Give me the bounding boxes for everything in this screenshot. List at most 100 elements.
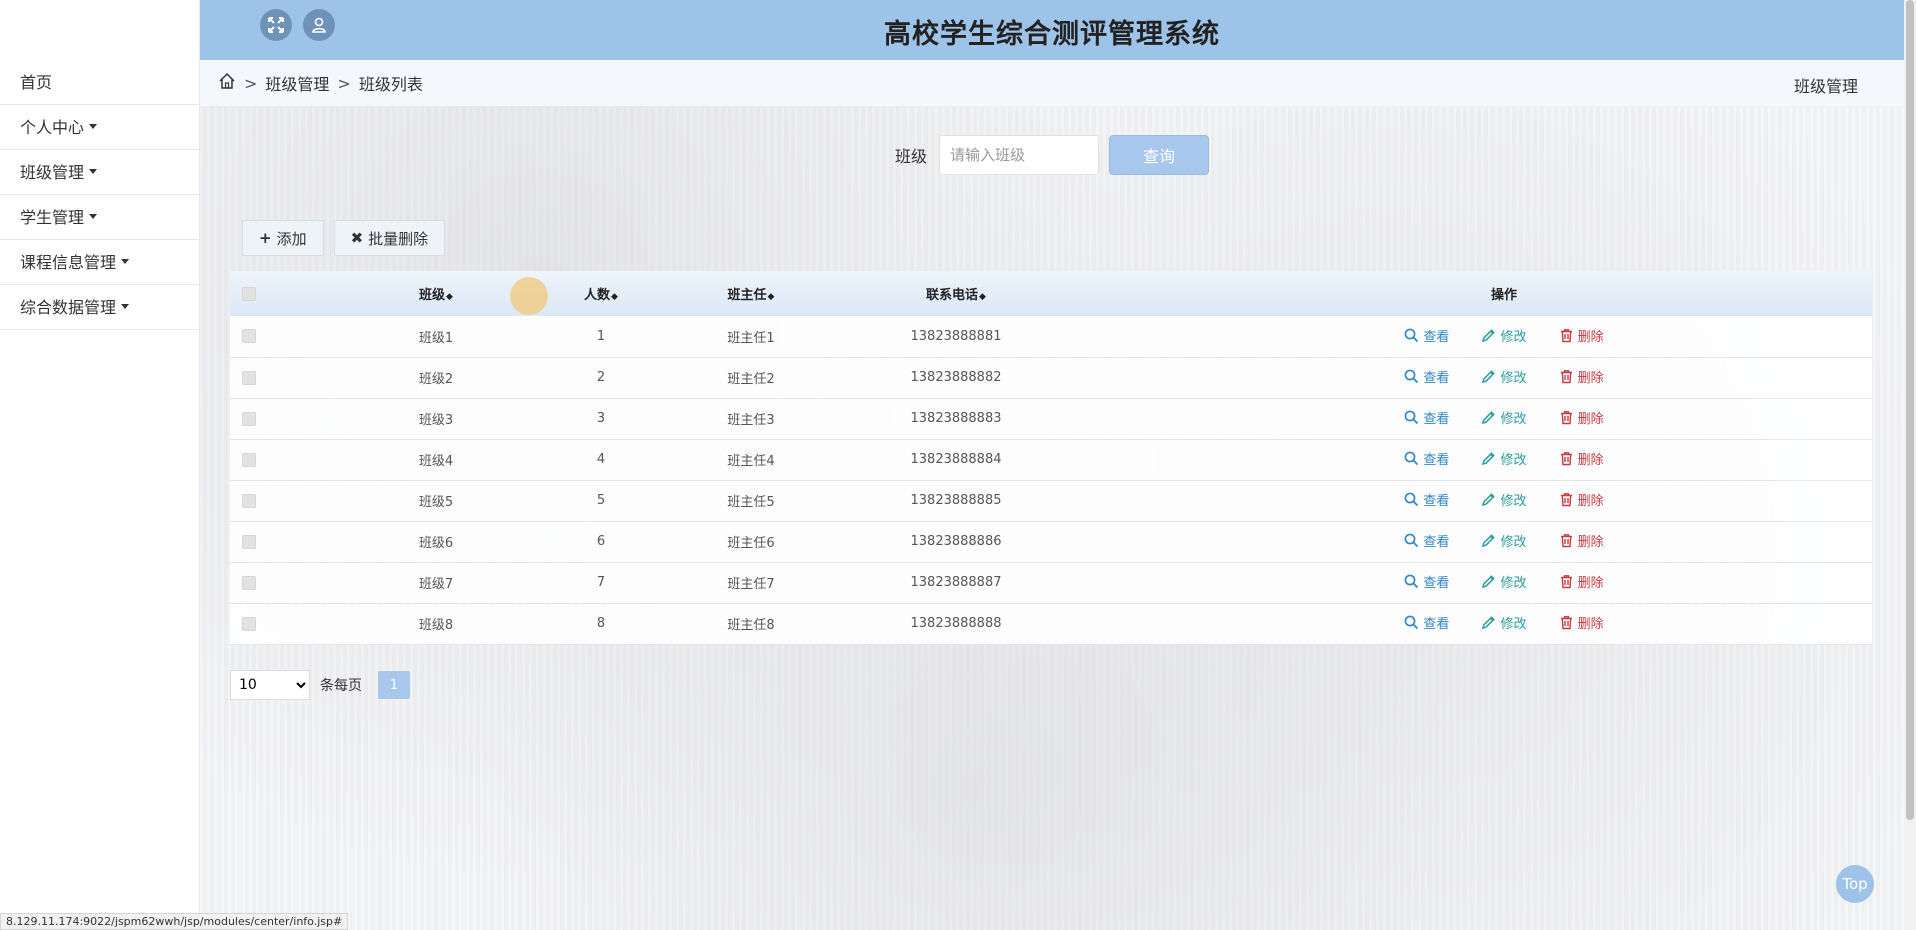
cell-teacher: 班主任3 bbox=[727, 413, 775, 428]
view-label: 查看 bbox=[1423, 453, 1450, 468]
search-icon bbox=[1404, 574, 1419, 589]
delete-button[interactable]: 删除 bbox=[1559, 490, 1604, 509]
edit-label: 修改 bbox=[1500, 371, 1527, 386]
sort-icon: ◆ bbox=[446, 292, 453, 302]
header-teacher[interactable]: 班主任◆ bbox=[726, 271, 776, 316]
edit-button[interactable]: 修改 bbox=[1481, 613, 1527, 632]
edit-button[interactable]: 修改 bbox=[1481, 326, 1527, 345]
row-checkbox[interactable] bbox=[242, 616, 256, 631]
class-search-input[interactable] bbox=[939, 135, 1100, 175]
view-button[interactable]: 查看 bbox=[1404, 367, 1449, 386]
sidebar: 首页 个人中心 班级管理 学生管理 课程信息管理 综合数据管理 bbox=[0, 0, 200, 930]
table-row: 班级6 6 班主任6 13823888886 查看 修改 删除 bbox=[230, 521, 1872, 562]
cell-phone: 13823888887 bbox=[910, 575, 1002, 590]
cell-operations: 查看 修改 删除 bbox=[1136, 521, 1872, 562]
row-checkbox-cell bbox=[230, 603, 266, 644]
view-label: 查看 bbox=[1423, 576, 1450, 591]
cell-phone: 13823888886 bbox=[910, 534, 1002, 549]
delete-button[interactable]: 删除 bbox=[1559, 531, 1604, 550]
search-icon bbox=[1404, 615, 1419, 630]
cell-teacher: 班主任8 bbox=[727, 618, 775, 633]
view-button[interactable]: 查看 bbox=[1404, 408, 1449, 427]
batch-delete-button[interactable]: ✖ 批量删除 bbox=[333, 220, 446, 256]
view-button[interactable]: 查看 bbox=[1404, 490, 1449, 509]
cell-teacher: 班主任2 bbox=[727, 372, 775, 387]
row-checkbox-cell bbox=[230, 398, 266, 439]
breadcrumb-separator: > bbox=[337, 73, 351, 93]
view-label: 查看 bbox=[1423, 494, 1450, 509]
add-button[interactable]: + 添加 bbox=[242, 220, 324, 256]
header-class[interactable]: 班级◆ bbox=[396, 271, 476, 316]
delete-button[interactable]: 删除 bbox=[1559, 449, 1604, 468]
row-checkbox[interactable] bbox=[242, 534, 256, 549]
search-bar: 班级 查询 bbox=[895, 135, 1210, 175]
sidebar-item-home[interactable]: 首页 bbox=[0, 60, 199, 105]
edit-button[interactable]: 修改 bbox=[1481, 408, 1527, 427]
scrollbar[interactable] bbox=[1904, 0, 1916, 930]
table-actions: + 添加 ✖ 批量删除 bbox=[242, 220, 455, 256]
class-table: 班级◆ 人数◆ 班主任◆ 联系电话◆ 操作 班级1 1 班主任1 1382388… bbox=[230, 271, 1872, 645]
pagination: 10 条每页 1 bbox=[230, 670, 410, 700]
edit-button[interactable]: 修改 bbox=[1481, 449, 1527, 468]
search-icon bbox=[1404, 533, 1419, 548]
breadcrumb-item-class-management[interactable]: 班级管理 bbox=[265, 71, 329, 95]
delete-button[interactable]: 删除 bbox=[1559, 408, 1604, 427]
row-checkbox-cell bbox=[230, 357, 266, 398]
cell-class: 班级1 bbox=[418, 330, 454, 346]
header-phone[interactable]: 联系电话◆ bbox=[776, 271, 1136, 316]
pencil-icon bbox=[1482, 493, 1496, 507]
delete-button[interactable]: 删除 bbox=[1559, 367, 1604, 386]
sidebar-item-course-info-management[interactable]: 课程信息管理 bbox=[0, 240, 199, 285]
breadcrumb-item-class-list: 班级列表 bbox=[358, 75, 423, 94]
cell-count: 1 bbox=[596, 328, 606, 344]
select-all-checkbox[interactable] bbox=[242, 286, 256, 301]
edit-label: 修改 bbox=[1500, 329, 1527, 345]
edit-button[interactable]: 修改 bbox=[1481, 367, 1527, 386]
page-number-button[interactable]: 1 bbox=[378, 671, 410, 699]
pencil-icon bbox=[1482, 575, 1496, 589]
delete-button[interactable]: 删除 bbox=[1559, 572, 1604, 591]
scrollbar-thumb[interactable] bbox=[1906, 0, 1914, 820]
back-to-top-button[interactable]: Top bbox=[1836, 865, 1874, 903]
delete-button[interactable]: 删除 bbox=[1559, 326, 1604, 345]
row-checkbox[interactable] bbox=[242, 493, 256, 508]
sidebar-item-student-management[interactable]: 学生管理 bbox=[0, 195, 199, 240]
row-checkbox[interactable] bbox=[242, 329, 256, 344]
row-spacer bbox=[266, 603, 396, 644]
row-checkbox[interactable] bbox=[242, 575, 256, 590]
page-size-select[interactable]: 10 bbox=[230, 670, 310, 700]
home-icon[interactable] bbox=[218, 72, 236, 94]
view-label: 查看 bbox=[1423, 371, 1450, 386]
edit-label: 修改 bbox=[1500, 617, 1527, 632]
row-checkbox[interactable] bbox=[242, 370, 256, 385]
view-button[interactable]: 查看 bbox=[1404, 326, 1449, 345]
view-button[interactable]: 查看 bbox=[1404, 572, 1449, 591]
view-button[interactable]: 查看 bbox=[1404, 613, 1449, 632]
sidebar-item-class-management[interactable]: 班级管理 bbox=[0, 150, 199, 195]
row-spacer bbox=[266, 398, 396, 439]
cell-operations: 查看 修改 删除 bbox=[1136, 357, 1872, 398]
trash-icon bbox=[1560, 370, 1572, 384]
row-checkbox[interactable] bbox=[242, 452, 256, 467]
view-button[interactable]: 查看 bbox=[1404, 449, 1449, 468]
sidebar-item-personal-center[interactable]: 个人中心 bbox=[0, 105, 199, 150]
edit-button[interactable]: 修改 bbox=[1481, 531, 1527, 550]
pencil-icon bbox=[1482, 370, 1496, 384]
table-row: 班级8 8 班主任8 13823888888 查看 修改 删除 bbox=[230, 603, 1872, 644]
edit-button[interactable]: 修改 bbox=[1481, 490, 1527, 509]
delete-button[interactable]: 删除 bbox=[1559, 613, 1604, 632]
sidebar-item-comprehensive-data-management[interactable]: 综合数据管理 bbox=[0, 285, 199, 330]
edit-button[interactable]: 修改 bbox=[1481, 572, 1527, 591]
view-button[interactable]: 查看 bbox=[1404, 531, 1449, 550]
cell-class: 班级6 bbox=[418, 536, 454, 551]
header-count-label: 人数 bbox=[584, 288, 611, 303]
delete-label: 删除 bbox=[1577, 329, 1604, 345]
sidebar-item-label: 学生管理 bbox=[20, 207, 85, 227]
row-checkbox[interactable] bbox=[242, 411, 256, 426]
cell-class: 班级7 bbox=[418, 577, 454, 592]
delete-label: 删除 bbox=[1577, 453, 1604, 468]
search-icon bbox=[1404, 492, 1419, 507]
header-class-label: 班级 bbox=[419, 288, 446, 303]
search-button[interactable]: 查询 bbox=[1109, 135, 1210, 175]
trash-icon bbox=[1560, 616, 1572, 630]
